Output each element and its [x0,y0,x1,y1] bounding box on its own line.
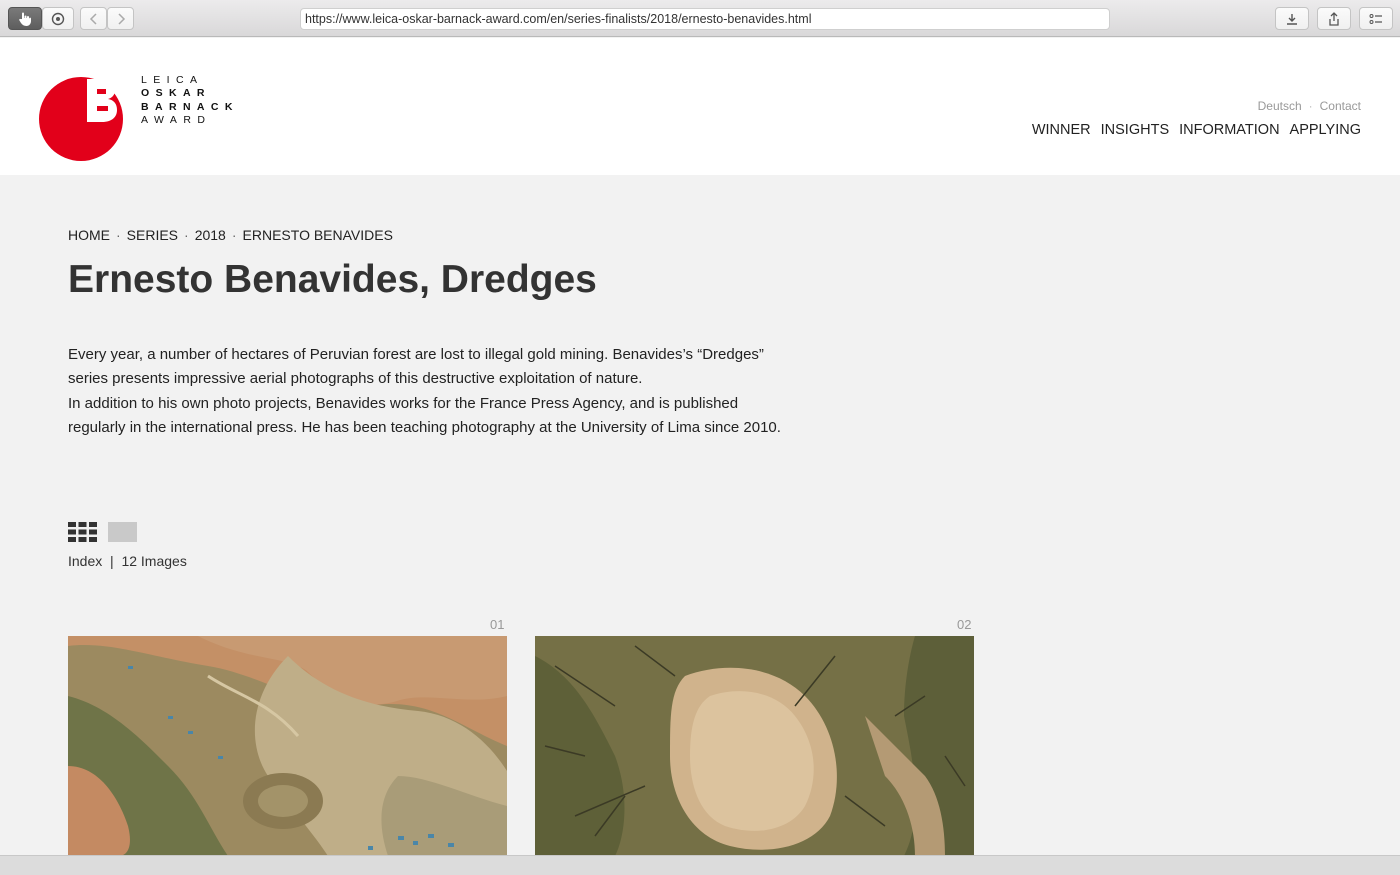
gallery-image-02[interactable] [535,636,974,856]
breadcrumb-separator: · [116,227,121,243]
target-icon [51,12,65,25]
list-icon [1369,13,1382,24]
reading-list-button[interactable] [1359,7,1393,30]
share-icon [1329,11,1339,26]
breadcrumb-current: ERNESTO BENAVIDES [242,227,393,243]
index-label: Index [68,553,103,569]
chevron-right-icon [117,12,125,25]
forward-button[interactable] [107,7,134,30]
aerial-deforestation-photo-2 [535,636,974,856]
aerial-mining-photo-1 [68,636,507,856]
main-nav: WINNER INSIGHTS INFORMATION APPLYING [1032,122,1361,138]
page-title: Ernesto Benavides, Dredges [68,258,597,301]
meta-nav-separator: · [1308,99,1313,113]
nav-item-winner[interactable]: WINNER [1032,122,1091,138]
logo-line-oskar: OSKAR [141,87,211,100]
language-link-deutsch[interactable]: Deutsch [1258,99,1302,113]
image-number: 02 [957,617,972,632]
breadcrumb-home[interactable]: HOME [68,227,110,243]
meta-nav: Deutsch · Contact [1258,99,1361,113]
grid-view-icon[interactable] [68,522,97,542]
series-description: Every year, a number of hectares of Peru… [68,343,798,440]
logo-line-barnack: BARNACK [141,100,239,113]
logo-wordmark[interactable]: LEICA OSKAR BARNACK AWARD [141,74,239,128]
contact-link[interactable]: Contact [1320,99,1361,113]
logo-line-award: AWARD [141,114,212,127]
description-paragraph-2: In addition to his own photo projects, B… [68,394,781,436]
gallery-image-01[interactable] [68,636,507,856]
breadcrumb-series[interactable]: SERIES [127,227,178,243]
breadcrumb: HOME · SERIES · 2018 · ERNESTO BENAVIDES [68,227,393,243]
index-separator: | [110,553,114,569]
site-header: LEICA OSKAR BARNACK AWARD Deutsch · Cont… [0,38,1400,175]
logo-line-leica: LEICA [141,74,204,86]
hand-pointer-icon [19,12,31,26]
screenshot-tool-button[interactable] [42,7,74,30]
nav-item-insights[interactable]: INSIGHTS [1101,122,1169,138]
browser-toolbar: https://www.leica-oskar-barnack-award.co… [0,0,1400,37]
image-number: 01 [490,617,505,632]
downloads-button[interactable] [1275,7,1309,30]
address-bar[interactable]: https://www.leica-oskar-barnack-award.co… [300,8,1110,30]
image-count: 12 Images [121,553,187,569]
download-icon [1287,13,1297,25]
breadcrumb-separator: · [184,227,189,243]
breadcrumb-year[interactable]: 2018 [195,227,226,243]
share-button[interactable] [1317,7,1351,30]
pointer-tool-button[interactable] [8,7,42,30]
back-button[interactable] [80,7,107,30]
view-label: Index | 12 Images [68,553,187,569]
breadcrumb-separator: · [231,227,237,243]
nav-item-information[interactable]: INFORMATION [1179,122,1279,138]
leica-logo-icon[interactable] [39,73,123,161]
nav-item-applying[interactable]: APPLYING [1290,122,1361,138]
single-view-icon[interactable] [108,522,137,542]
chevron-left-icon [89,12,97,25]
description-paragraph-1: Every year, a number of hectares of Peru… [68,346,764,388]
browser-status-bar [0,855,1400,875]
